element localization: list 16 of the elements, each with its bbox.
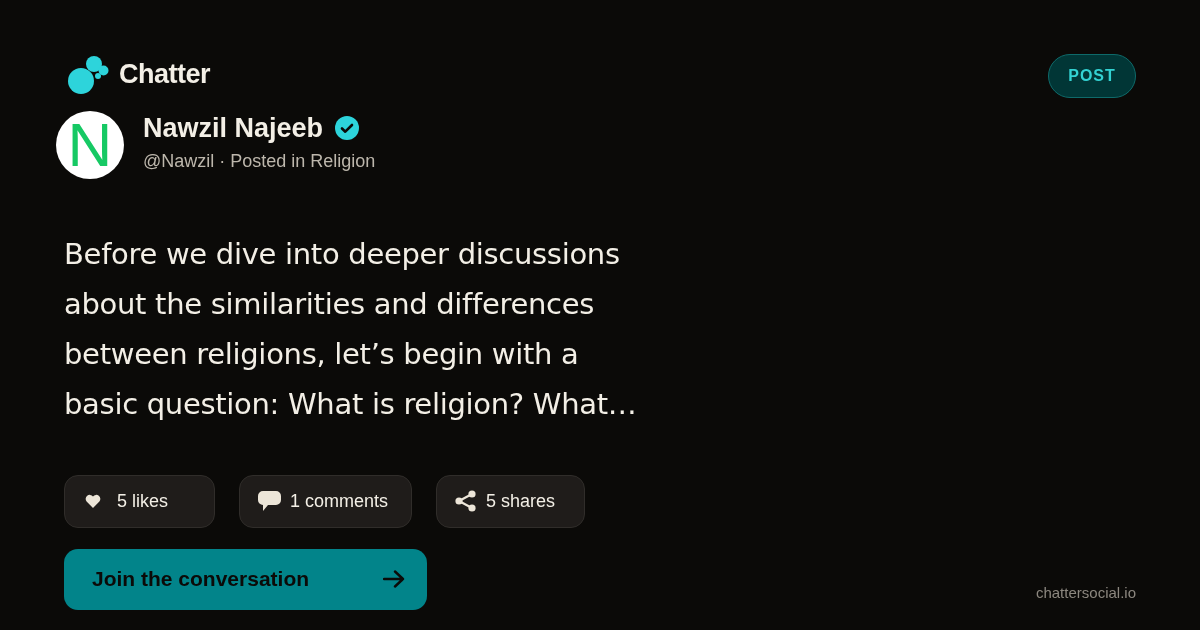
heart-icon [85, 494, 101, 508]
author-meta: @Nawzil · Posted in Religion [143, 149, 376, 173]
author-name: Nawzil Najeeb [143, 111, 324, 145]
join-conversation-button[interactable]: Join the conversation [64, 548, 427, 610]
speech-bubble-icon [258, 490, 281, 512]
shares-button[interactable]: 5 shares [436, 474, 585, 528]
share-icon [455, 490, 476, 512]
likes-button[interactable]: 5 likes [64, 474, 215, 528]
avatar: N [56, 110, 124, 179]
post-badge: POST [1048, 54, 1136, 98]
post-text: Before we dive into deeper discussions about the similarities and differences between religions, let’s begin with a basic question: What is religion? What… [64, 235, 638, 423]
bubbles-logo-icon [68, 54, 109, 94]
arrow-right-icon [383, 570, 405, 588]
brand-name: Chatter [119, 58, 210, 91]
website-url: chattersocial.io [1035, 582, 1136, 603]
comments-button[interactable]: 1 comments [239, 474, 412, 528]
